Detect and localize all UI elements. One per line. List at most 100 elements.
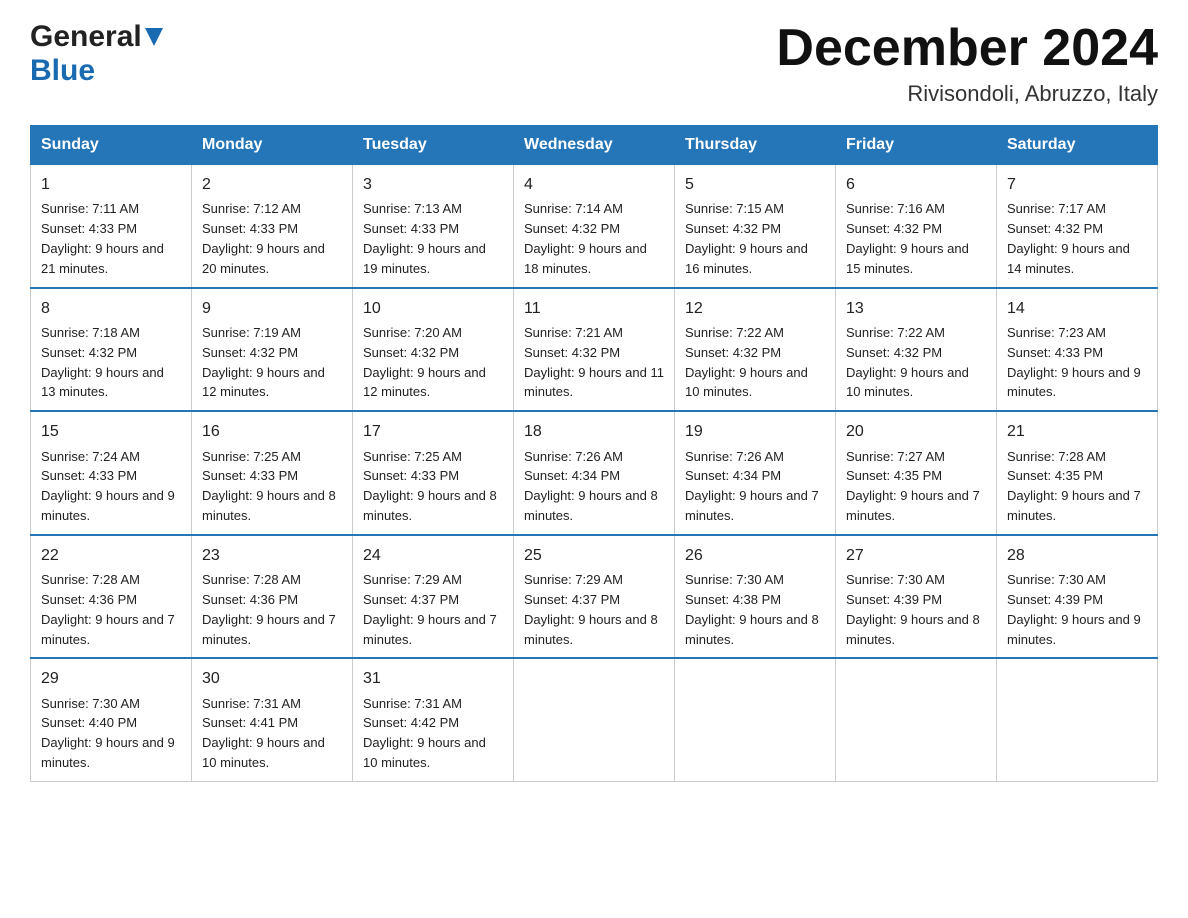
day-info: Sunrise: 7:17 AMSunset: 4:32 PMDaylight:… [1007,201,1130,276]
day-number: 12 [685,297,825,320]
day-info: Sunrise: 7:30 AMSunset: 4:38 PMDaylight:… [685,572,819,647]
day-number: 7 [1007,173,1147,196]
calendar-cell [836,658,997,781]
day-number: 28 [1007,544,1147,567]
day-info: Sunrise: 7:29 AMSunset: 4:37 PMDaylight:… [524,572,658,647]
day-number: 3 [363,173,503,196]
day-number: 24 [363,544,503,567]
calendar-cell [675,658,836,781]
day-info: Sunrise: 7:29 AMSunset: 4:37 PMDaylight:… [363,572,497,647]
day-number: 2 [202,173,342,196]
calendar-header-row: SundayMondayTuesdayWednesdayThursdayFrid… [31,126,1158,165]
day-number: 1 [41,173,181,196]
day-number: 30 [202,667,342,690]
calendar-cell: 20 Sunrise: 7:27 AMSunset: 4:35 PMDayligh… [836,411,997,535]
day-number: 10 [363,297,503,320]
calendar-cell: 3Sunrise: 7:13 AMSunset: 4:33 PMDaylight… [353,165,514,288]
calendar-cell: 18 Sunrise: 7:26 AMSunset: 4:34 PMDayligh… [514,411,675,535]
calendar-cell: 11Sunrise: 7:21 AMSunset: 4:32 PMDayligh… [514,288,675,412]
day-info: Sunrise: 7:12 AMSunset: 4:33 PMDaylight:… [202,201,325,276]
location-title: Rivisondoli, Abruzzo, Italy [776,81,1158,107]
calendar-cell: 1Sunrise: 7:11 AMSunset: 4:33 PMDaylight… [31,165,192,288]
day-number: 17 [363,420,503,443]
day-info: Sunrise: 7:27 AMSunset: 4:35 PMDaylight:… [846,449,980,524]
calendar-cell: 17 Sunrise: 7:25 AMSunset: 4:33 PMDayligh… [353,411,514,535]
calendar-cell: 9 Sunrise: 7:19 AMSunset: 4:32 PMDaylight… [192,288,353,412]
col-header-friday: Friday [836,126,997,165]
day-number: 27 [846,544,986,567]
day-info: Sunrise: 7:20 AMSunset: 4:32 PMDaylight:… [363,325,486,400]
day-number: 8 [41,297,181,320]
logo-triangle-icon [145,28,163,51]
col-header-monday: Monday [192,126,353,165]
page-header: General Blue December 2024 Rivisondoli, … [30,20,1158,107]
calendar-week-row: 29Sunrise: 7:30 AMSunset: 4:40 PMDayligh… [31,658,1158,781]
col-header-sunday: Sunday [31,126,192,165]
day-info: Sunrise: 7:22 AMSunset: 4:32 PMDaylight:… [846,325,969,400]
calendar-cell: 10 Sunrise: 7:20 AMSunset: 4:32 PMDayligh… [353,288,514,412]
col-header-thursday: Thursday [675,126,836,165]
calendar-cell: 31Sunrise: 7:31 AMSunset: 4:42 PMDayligh… [353,658,514,781]
calendar-cell: 22Sunrise: 7:28 AMSunset: 4:36 PMDayligh… [31,535,192,659]
day-info: Sunrise: 7:25 AMSunset: 4:33 PMDaylight:… [202,449,336,524]
calendar-cell: 12 Sunrise: 7:22 AMSunset: 4:32 PMDayligh… [675,288,836,412]
day-info: Sunrise: 7:14 AMSunset: 4:32 PMDaylight:… [524,201,647,276]
calendar-week-row: 22Sunrise: 7:28 AMSunset: 4:36 PMDayligh… [31,535,1158,659]
day-number: 25 [524,544,664,567]
calendar-cell: 28 Sunrise: 7:30 AMSunset: 4:39 PMDayligh… [997,535,1158,659]
day-number: 4 [524,173,664,196]
col-header-saturday: Saturday [997,126,1158,165]
calendar-cell: 24 Sunrise: 7:29 AMSunset: 4:37 PMDayligh… [353,535,514,659]
col-header-wednesday: Wednesday [514,126,675,165]
calendar-cell: 30 Sunrise: 7:31 AMSunset: 4:41 PMDayligh… [192,658,353,781]
calendar-cell [997,658,1158,781]
day-number: 14 [1007,297,1147,320]
day-info: Sunrise: 7:22 AMSunset: 4:32 PMDaylight:… [685,325,808,400]
day-info: Sunrise: 7:15 AMSunset: 4:32 PMDaylight:… [685,201,808,276]
calendar-cell: 13 Sunrise: 7:22 AMSunset: 4:32 PMDayligh… [836,288,997,412]
day-number: 5 [685,173,825,196]
day-number: 15 [41,420,181,443]
day-info: Sunrise: 7:30 AMSunset: 4:39 PMDaylight:… [846,572,980,647]
calendar-cell: 8 Sunrise: 7:18 AMSunset: 4:32 PMDaylight… [31,288,192,412]
logo: General Blue [30,20,163,88]
calendar-cell: 23Sunrise: 7:28 AMSunset: 4:36 PMDayligh… [192,535,353,659]
calendar-cell: 27 Sunrise: 7:30 AMSunset: 4:39 PMDayligh… [836,535,997,659]
day-number: 21 [1007,420,1147,443]
calendar-cell: 5 Sunrise: 7:15 AMSunset: 4:32 PMDaylight… [675,165,836,288]
day-number: 13 [846,297,986,320]
day-info: Sunrise: 7:26 AMSunset: 4:34 PMDaylight:… [685,449,819,524]
calendar-week-row: 15 Sunrise: 7:24 AMSunset: 4:33 PMDayligh… [31,411,1158,535]
calendar-cell: 15 Sunrise: 7:24 AMSunset: 4:33 PMDayligh… [31,411,192,535]
calendar-cell: 29Sunrise: 7:30 AMSunset: 4:40 PMDayligh… [31,658,192,781]
day-info: Sunrise: 7:24 AMSunset: 4:33 PMDaylight:… [41,449,175,524]
calendar-week-row: 8 Sunrise: 7:18 AMSunset: 4:32 PMDaylight… [31,288,1158,412]
day-number: 23 [202,544,342,567]
day-number: 26 [685,544,825,567]
calendar-cell: 25 Sunrise: 7:29 AMSunset: 4:37 PMDayligh… [514,535,675,659]
day-number: 18 [524,420,664,443]
logo-blue-text: Blue [30,54,95,87]
calendar-week-row: 1Sunrise: 7:11 AMSunset: 4:33 PMDaylight… [31,165,1158,288]
day-info: Sunrise: 7:28 AMSunset: 4:36 PMDaylight:… [41,572,175,647]
day-info: Sunrise: 7:25 AMSunset: 4:33 PMDaylight:… [363,449,497,524]
day-info: Sunrise: 7:31 AMSunset: 4:41 PMDaylight:… [202,696,325,771]
day-info: Sunrise: 7:21 AMSunset: 4:32 PMDaylight:… [524,325,664,400]
calendar-cell: 19Sunrise: 7:26 AMSunset: 4:34 PMDayligh… [675,411,836,535]
day-info: Sunrise: 7:30 AMSunset: 4:39 PMDaylight:… [1007,572,1141,647]
day-info: Sunrise: 7:26 AMSunset: 4:34 PMDaylight:… [524,449,658,524]
day-info: Sunrise: 7:16 AMSunset: 4:32 PMDaylight:… [846,201,969,276]
col-header-tuesday: Tuesday [353,126,514,165]
day-info: Sunrise: 7:19 AMSunset: 4:32 PMDaylight:… [202,325,325,400]
title-block: December 2024 Rivisondoli, Abruzzo, Ital… [776,20,1158,107]
calendar-cell: 2 Sunrise: 7:12 AMSunset: 4:33 PMDaylight… [192,165,353,288]
day-info: Sunrise: 7:18 AMSunset: 4:32 PMDaylight:… [41,325,164,400]
day-number: 20 [846,420,986,443]
day-number: 9 [202,297,342,320]
calendar-cell: 7 Sunrise: 7:17 AMSunset: 4:32 PMDaylight… [997,165,1158,288]
day-info: Sunrise: 7:31 AMSunset: 4:42 PMDaylight:… [363,696,486,771]
day-info: Sunrise: 7:23 AMSunset: 4:33 PMDaylight:… [1007,325,1141,400]
day-number: 29 [41,667,181,690]
logo-general-text: General [30,20,142,54]
calendar-cell: 14 Sunrise: 7:23 AMSunset: 4:33 PMDayligh… [997,288,1158,412]
